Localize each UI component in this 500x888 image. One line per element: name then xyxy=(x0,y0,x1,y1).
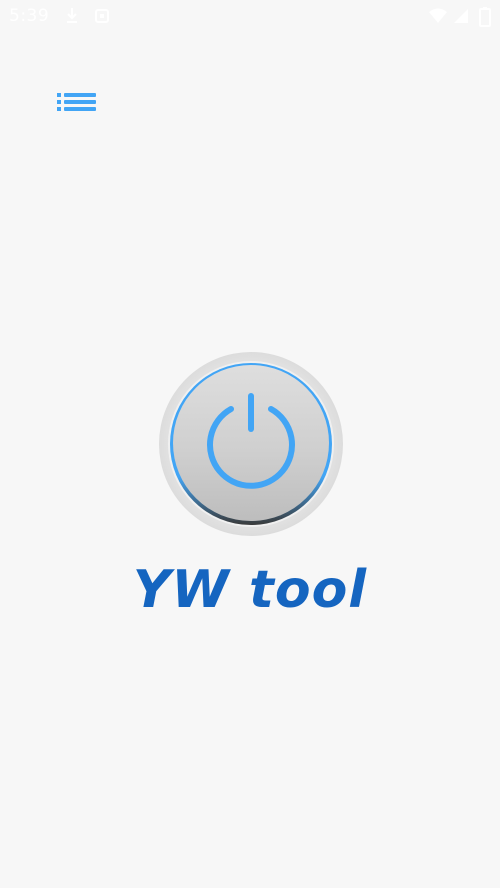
status-time: 5:39 xyxy=(9,6,50,26)
download-icon xyxy=(64,7,80,29)
battery-icon xyxy=(479,7,491,31)
app-notification-icon xyxy=(94,7,110,29)
menu-button[interactable] xyxy=(54,89,98,115)
power-button[interactable] xyxy=(158,351,344,537)
app-title: YW tool xyxy=(132,560,368,620)
cellular-signal-icon xyxy=(452,7,470,29)
list-menu-icon xyxy=(57,93,96,111)
wifi-icon xyxy=(428,7,448,29)
status-bar: 5:39 xyxy=(0,0,500,32)
